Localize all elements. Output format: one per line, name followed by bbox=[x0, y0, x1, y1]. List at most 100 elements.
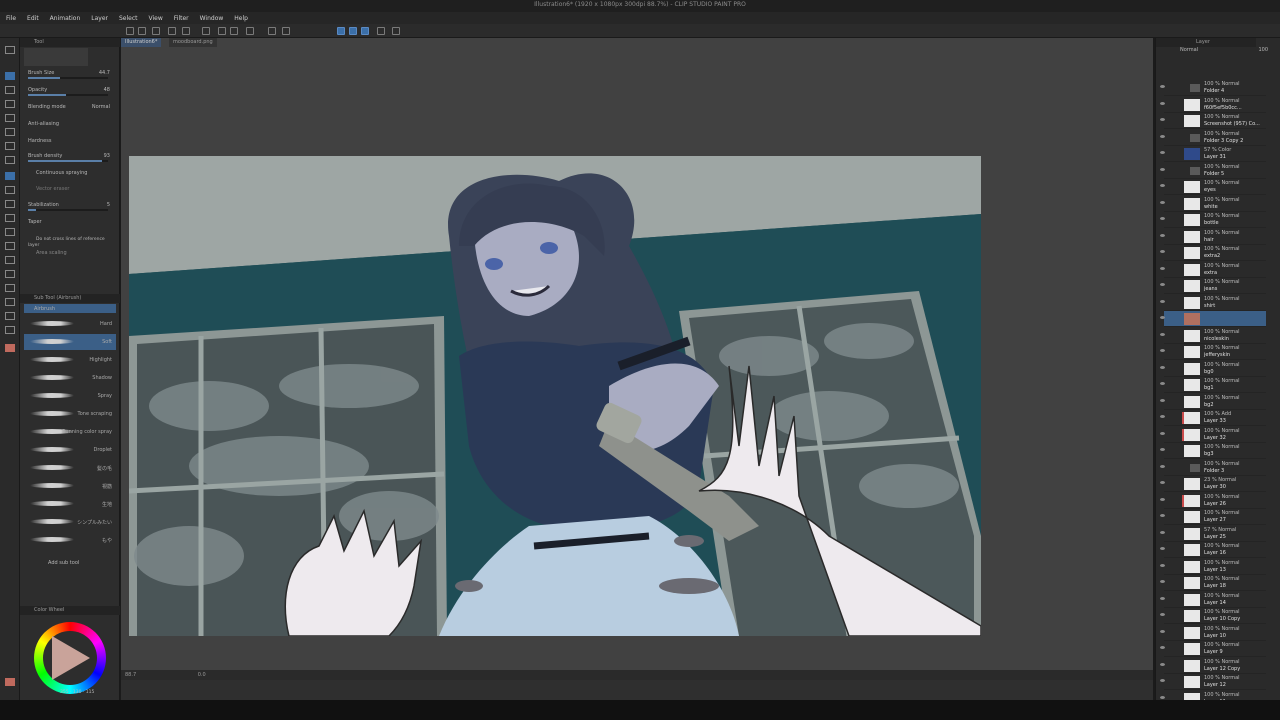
eye-icon[interactable] bbox=[1160, 250, 1165, 253]
eyedropper-tool-icon[interactable] bbox=[5, 114, 15, 122]
crop-icon[interactable] bbox=[282, 27, 290, 35]
eye-icon[interactable] bbox=[1160, 200, 1165, 204]
layer-row[interactable]: 100 % Normal Layer 18 bbox=[1160, 575, 1266, 591]
opacity-value[interactable]: 48 bbox=[104, 87, 110, 93]
layer-row[interactable]: 100 % Normal Folder 5 bbox=[1160, 163, 1266, 179]
layer-blend-select[interactable]: Normal 100 bbox=[1180, 47, 1268, 55]
layer-row[interactable]: 100 % Normal nicoleskin bbox=[1160, 328, 1266, 344]
layer-row[interactable]: 100 % Normal Layer 32 bbox=[1160, 427, 1266, 443]
layer-row[interactable]: 100 % Normal extra2 bbox=[1160, 245, 1266, 261]
tab-illustration6[interactable]: Illustration6* bbox=[121, 38, 162, 47]
taper-row[interactable]: Taper bbox=[28, 219, 116, 227]
layer-row[interactable]: 100 % Normal Layer 26 bbox=[1160, 493, 1266, 509]
opacity-row[interactable]: Opacity 48 bbox=[28, 87, 116, 96]
menu-item-select[interactable]: Select bbox=[119, 15, 138, 22]
subtool-item[interactable]: 生地 bbox=[24, 496, 116, 512]
eye-icon[interactable] bbox=[1160, 646, 1165, 649]
cross-lines-row[interactable]: Do not cross lines of reference layer bbox=[28, 236, 116, 248]
angle-readout[interactable]: 0.0 bbox=[198, 672, 206, 678]
correct-line-tool-icon[interactable] bbox=[5, 326, 15, 334]
fill-tool-icon[interactable] bbox=[5, 228, 15, 236]
layer-row[interactable]: 100 % Normal white bbox=[1160, 196, 1266, 212]
canvas-area[interactable]: Illustration6* moodboard.png bbox=[121, 38, 1153, 700]
subtool-item[interactable]: もや bbox=[24, 532, 116, 548]
layer-row[interactable]: 100 % Normal Layer 9 bbox=[1160, 641, 1266, 657]
eye-icon[interactable] bbox=[1160, 679, 1165, 682]
vector-eraser-row[interactable]: Vector eraser bbox=[28, 186, 116, 194]
blend-tool-icon[interactable] bbox=[5, 214, 15, 222]
eye-icon[interactable] bbox=[1160, 695, 1165, 699]
subtool-item[interactable]: Droplet bbox=[24, 442, 116, 458]
menu-item-layer[interactable]: Layer bbox=[91, 15, 108, 22]
layer-row[interactable]: 100 % Normal Folder 4 bbox=[1160, 80, 1266, 96]
layer-row[interactable]: 100 % Normal Layer 16 bbox=[1160, 542, 1266, 558]
eye-icon[interactable] bbox=[1160, 299, 1165, 303]
subtool-item[interactable]: Soft bbox=[24, 334, 116, 350]
decoration-tool-icon[interactable] bbox=[5, 186, 15, 194]
artwork-canvas[interactable] bbox=[129, 156, 981, 636]
subtool-group[interactable]: Airbrush bbox=[24, 304, 116, 313]
continuous-spraying-row[interactable]: Continuous spraying bbox=[28, 170, 116, 178]
eye-icon[interactable] bbox=[1160, 514, 1165, 517]
zoom-readout[interactable]: 88.7 bbox=[125, 672, 136, 678]
help-icon[interactable] bbox=[392, 27, 400, 35]
transform-icon[interactable] bbox=[268, 27, 276, 35]
area-scaling-row[interactable]: Area scaling bbox=[28, 250, 116, 258]
move-tool-icon[interactable] bbox=[5, 72, 15, 80]
eye-icon[interactable] bbox=[1160, 118, 1165, 121]
eye-icon[interactable] bbox=[1160, 530, 1165, 534]
color-triangle[interactable] bbox=[52, 636, 90, 680]
blending-mode-select[interactable]: Normal bbox=[92, 104, 110, 110]
text-tool-icon[interactable] bbox=[5, 298, 15, 306]
subtool-tab[interactable]: Sub Tool (Airbrush) bbox=[20, 294, 120, 303]
figure-tool-icon[interactable] bbox=[5, 256, 15, 264]
eye-icon[interactable] bbox=[1160, 382, 1165, 385]
snap-grid-icon[interactable] bbox=[349, 27, 357, 35]
layer-row[interactable]: 23 % Normal Layer 30 bbox=[1160, 476, 1266, 492]
gradient-tool-icon[interactable] bbox=[5, 242, 15, 250]
menu-item-file[interactable]: File bbox=[6, 15, 16, 22]
zoom-tool-icon[interactable] bbox=[5, 46, 15, 54]
subtool-item[interactable]: Tone scraping bbox=[24, 406, 116, 422]
eye-icon[interactable] bbox=[1160, 398, 1165, 402]
save-icon[interactable] bbox=[152, 27, 160, 35]
brush-density-row[interactable]: Brush density 93 bbox=[28, 153, 116, 162]
layer-row[interactable]: 100 % Add Layer 33 bbox=[1160, 410, 1266, 426]
subtool-item[interactable]: シンプルみたい bbox=[24, 514, 116, 530]
layer-row[interactable]: 100 % Normal Folder 3 Copy 2 bbox=[1160, 130, 1266, 146]
layer-row[interactable]: 100 % Normal jeans bbox=[1160, 278, 1266, 294]
layer-row[interactable]: 100 % Normal extra bbox=[1160, 262, 1266, 278]
layer-row[interactable]: 100 % Normal eyes bbox=[1160, 179, 1266, 195]
eye-icon[interactable] bbox=[1160, 613, 1165, 616]
open-file-icon[interactable] bbox=[138, 27, 146, 35]
eye-icon[interactable] bbox=[1160, 464, 1165, 468]
eye-icon[interactable] bbox=[1160, 85, 1165, 88]
copy-icon[interactable] bbox=[168, 27, 176, 35]
eye-icon[interactable] bbox=[1160, 151, 1165, 154]
layer-row[interactable]: 100 % Normal hair bbox=[1160, 229, 1266, 245]
ruler-tool-icon[interactable] bbox=[5, 284, 15, 292]
tab-moodboard[interactable]: moodboard.png bbox=[169, 38, 217, 47]
layer-row[interactable]: 57 % Color Layer 31 bbox=[1160, 146, 1266, 162]
eye-icon[interactable] bbox=[1160, 167, 1165, 171]
subtool-item[interactable]: 髪の毛 bbox=[24, 460, 116, 476]
brush-size-row[interactable]: Brush Size 44.7 bbox=[28, 70, 116, 79]
snap-special-icon[interactable] bbox=[361, 27, 369, 35]
layer-row[interactable]: 100 % Normal bg3 bbox=[1160, 443, 1266, 459]
layer-row[interactable]: 100 % Normal bg2 bbox=[1160, 394, 1266, 410]
layer-row[interactable]: 100 % Normal Layer 10 Copy bbox=[1160, 608, 1266, 624]
color-wheel[interactable] bbox=[34, 622, 106, 694]
anti-aliasing-row[interactable]: Anti-aliasing bbox=[28, 121, 116, 129]
layer-row[interactable]: 100 % Normal bg1 bbox=[1160, 377, 1266, 393]
layer-row[interactable] bbox=[1160, 311, 1266, 327]
pencil-tool-icon[interactable] bbox=[5, 142, 15, 150]
eye-icon[interactable] bbox=[1160, 580, 1165, 583]
subtool-item[interactable]: Running color spray bbox=[24, 424, 116, 440]
eye-icon[interactable] bbox=[1160, 134, 1165, 138]
stabilization-value[interactable]: 5 bbox=[107, 202, 110, 208]
menu-item-view[interactable]: View bbox=[149, 15, 163, 22]
eye-icon[interactable] bbox=[1160, 563, 1165, 567]
menu-item-animation[interactable]: Animation bbox=[50, 15, 81, 22]
eye-icon[interactable] bbox=[1160, 184, 1165, 187]
frame-tool-icon[interactable] bbox=[5, 270, 15, 278]
